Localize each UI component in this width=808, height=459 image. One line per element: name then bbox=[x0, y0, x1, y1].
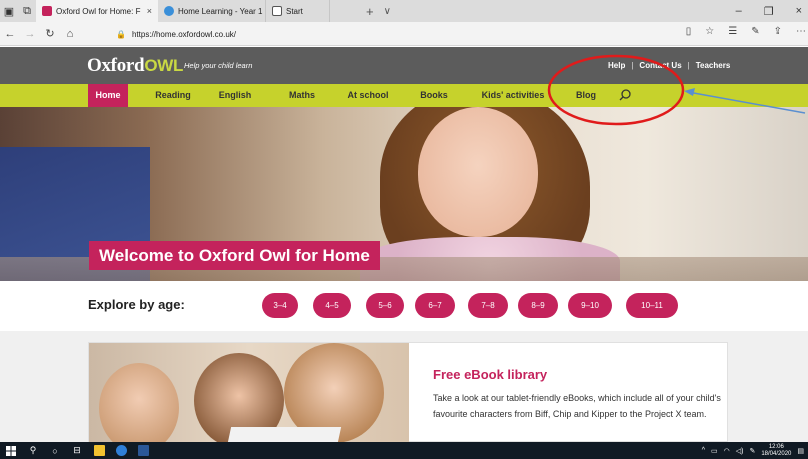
address-bar-row: ← → ↻ ⌂ 🔒 https://home.oxfordowl.co.uk/ … bbox=[0, 22, 808, 46]
file-explorer-icon[interactable] bbox=[88, 442, 110, 459]
help-link[interactable]: Help bbox=[608, 61, 625, 70]
card-body: Take a look at our tablet-friendly eBook… bbox=[433, 393, 721, 419]
tab-title: Home Learning - Year 1 | W bbox=[178, 6, 265, 16]
nav-kids-activities[interactable]: Kids' activities bbox=[474, 84, 552, 107]
age-pill-6-7[interactable]: 6–7 bbox=[415, 293, 455, 318]
age-pill-8-9[interactable]: 8–9 bbox=[518, 293, 558, 318]
oxford-owl-logo[interactable]: OxfordOWL bbox=[87, 55, 183, 77]
card-image bbox=[89, 343, 409, 443]
forward-icon[interactable]: → bbox=[20, 28, 40, 40]
lock-icon: 🔒 bbox=[116, 29, 126, 39]
tray-chevron-icon[interactable]: ^ bbox=[702, 447, 705, 454]
pen-workspace-icon[interactable]: ✎ bbox=[749, 447, 755, 455]
cortana-icon[interactable]: ○ bbox=[44, 442, 66, 459]
close-button[interactable]: × bbox=[796, 5, 802, 18]
main-nav: Home Reading English Maths At school Boo… bbox=[0, 84, 808, 107]
home-icon[interactable]: ⌂ bbox=[60, 28, 80, 40]
tab-actions-icon[interactable]: ▣ bbox=[0, 0, 18, 22]
task-view-icon[interactable]: ⊟ bbox=[66, 442, 88, 459]
age-pill-10-11[interactable]: 10–11 bbox=[626, 293, 678, 318]
age-pill-9-10[interactable]: 9–10 bbox=[568, 293, 612, 318]
favorite-star-icon[interactable]: ☆ bbox=[705, 26, 714, 37]
address-bar[interactable]: 🔒 https://home.oxfordowl.co.uk/ bbox=[116, 26, 696, 42]
age-pill-5-6[interactable]: 5–6 bbox=[366, 293, 404, 318]
favorites-hub-icon[interactable]: ☰ bbox=[728, 26, 737, 37]
browser-tab-active[interactable]: Oxford Owl for Home: F × bbox=[36, 0, 158, 22]
divider: | bbox=[631, 61, 634, 70]
tab-back-icon[interactable]: ⧉ bbox=[18, 0, 36, 22]
clock[interactable]: 12:06 18/04/2020 bbox=[761, 444, 791, 458]
age-pill-4-5[interactable]: 4–5 bbox=[313, 293, 351, 318]
share-icon[interactable]: ⇪ bbox=[774, 26, 782, 37]
hero-girl-face bbox=[418, 107, 538, 237]
search-icon[interactable]: ⚲ bbox=[22, 442, 44, 459]
more-icon[interactable]: ⋯ bbox=[796, 26, 806, 37]
explore-by-age: Explore by age: 3–4 4–5 5–6 6–7 7–8 8–9 … bbox=[0, 281, 808, 331]
nav-reading[interactable]: Reading bbox=[148, 84, 198, 107]
minimize-button[interactable]: – bbox=[736, 5, 742, 18]
content-section: Free eBook library Take a look at our ta… bbox=[0, 331, 808, 443]
contact-us-link[interactable]: Contact Us bbox=[639, 61, 681, 70]
logo-owl-text: OWL bbox=[144, 56, 184, 75]
tab-title: Oxford Owl for Home: F bbox=[56, 6, 141, 16]
reading-view-icon[interactable]: ▯ bbox=[686, 26, 692, 37]
new-tab-button[interactable]: + bbox=[366, 4, 374, 19]
favicon-icon bbox=[164, 6, 174, 16]
site-header: OxfordOWL Help your child learn Help | C… bbox=[0, 47, 808, 84]
age-pill-7-8[interactable]: 7–8 bbox=[468, 293, 508, 318]
volume-icon[interactable]: ◁) bbox=[736, 447, 744, 455]
card-title[interactable]: Free eBook library bbox=[433, 367, 547, 382]
age-pill-3-4[interactable]: 3–4 bbox=[262, 293, 298, 318]
pen-icon[interactable]: ✎ bbox=[751, 26, 759, 37]
ebook-library-card[interactable]: Free eBook library Take a look at our ta… bbox=[88, 342, 728, 443]
browser-tab-strip: ▣ ⧉ Oxford Owl for Home: F × Home Learni… bbox=[0, 0, 808, 22]
battery-icon[interactable]: ▭ bbox=[711, 447, 718, 455]
tagline: Help your child learn bbox=[184, 61, 253, 70]
wifi-icon[interactable]: ◠ bbox=[724, 447, 730, 455]
edge-icon[interactable] bbox=[110, 442, 132, 459]
word-icon[interactable] bbox=[132, 442, 154, 459]
hero-title: Welcome to Oxford Owl for Home bbox=[89, 241, 380, 270]
nav-books[interactable]: Books bbox=[416, 84, 452, 107]
teachers-link[interactable]: Teachers bbox=[696, 61, 731, 70]
windows-start-icon[interactable] bbox=[0, 442, 22, 459]
notifications-icon[interactable]: ▤ bbox=[797, 447, 804, 455]
nav-blog[interactable]: Blog bbox=[572, 84, 600, 107]
browser-toolbar: ▯ ☆ ☰ ✎ ⇪ ⋯ bbox=[686, 26, 806, 37]
browser-tab[interactable]: Home Learning - Year 1 | W bbox=[158, 0, 266, 22]
favicon-icon bbox=[272, 6, 282, 16]
window-controls: – ❐ × bbox=[736, 5, 808, 18]
nav-at-school[interactable]: At school bbox=[340, 84, 396, 107]
card-tablet bbox=[226, 427, 342, 443]
windows-taskbar: ⚲ ○ ⊟ ^ ▭ ◠ ◁) ✎ 12:06 18/04/2020 ▤ bbox=[0, 442, 808, 459]
card-child bbox=[99, 363, 179, 443]
nav-english[interactable]: English bbox=[212, 84, 258, 107]
browser-tab[interactable]: Start bbox=[266, 0, 330, 22]
search-icon[interactable] bbox=[618, 88, 632, 102]
tab-list-icon[interactable]: ∨ bbox=[384, 6, 391, 17]
tab-close-icon[interactable]: × bbox=[147, 6, 152, 16]
nav-home[interactable]: Home bbox=[88, 84, 128, 107]
maximize-button[interactable]: ❐ bbox=[764, 5, 774, 18]
clock-time: 12:06 bbox=[768, 443, 784, 450]
top-links: Help | Contact Us | Teachers bbox=[608, 61, 730, 70]
system-tray: ^ ▭ ◠ ◁) ✎ 12:06 18/04/2020 ▤ bbox=[702, 444, 808, 458]
divider: | bbox=[687, 61, 690, 70]
url-text: https://home.oxfordowl.co.uk/ bbox=[131, 29, 237, 39]
explore-label: Explore by age: bbox=[88, 297, 185, 312]
favicon-icon bbox=[42, 6, 52, 16]
clock-date: 18/04/2020 bbox=[761, 450, 792, 457]
back-icon[interactable]: ← bbox=[0, 28, 20, 40]
refresh-icon[interactable]: ↻ bbox=[40, 27, 60, 40]
logo-oxford-text: Oxford bbox=[87, 55, 145, 76]
nav-maths[interactable]: Maths bbox=[282, 84, 322, 107]
tab-title: Start bbox=[286, 6, 303, 16]
